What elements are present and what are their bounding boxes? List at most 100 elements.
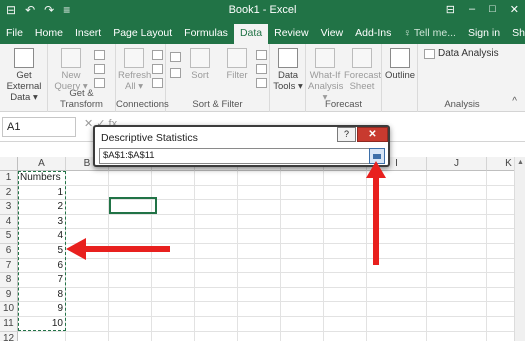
cell-j6[interactable]: [427, 244, 487, 259]
get-external-data-button[interactable]: Get External Data ▾: [2, 48, 46, 103]
cell-a12[interactable]: [18, 331, 66, 341]
input-range-field[interactable]: $A$1:$A$11: [99, 148, 375, 164]
cell-j3[interactable]: [427, 200, 487, 215]
cell-g7[interactable]: [281, 258, 324, 274]
tab-page-layout[interactable]: Page Layout: [107, 24, 178, 44]
cell-d7[interactable]: [152, 258, 195, 274]
tab-formulas[interactable]: Formulas: [178, 24, 234, 44]
vertical-scrollbar[interactable]: ▲: [514, 157, 525, 341]
cell-e4[interactable]: [195, 214, 238, 230]
cell-f1[interactable]: [238, 171, 281, 186]
cell-e3[interactable]: [195, 200, 238, 215]
tab-home[interactable]: Home: [29, 24, 69, 44]
tab-file[interactable]: File: [0, 24, 29, 44]
column-header-j[interactable]: J: [427, 157, 487, 171]
filter-button[interactable]: Filter: [222, 48, 252, 81]
cell-h12[interactable]: [324, 331, 367, 341]
cell-e11[interactable]: [195, 317, 238, 332]
row-header-1[interactable]: 1: [0, 171, 18, 186]
row-header-2[interactable]: 2: [0, 185, 18, 201]
row-header-8[interactable]: 8: [0, 273, 18, 288]
ribbon-display-icon[interactable]: ⊟: [446, 3, 455, 16]
cell-c1[interactable]: [109, 171, 152, 186]
cell-d9[interactable]: [152, 287, 195, 303]
cell-j8[interactable]: [427, 273, 487, 288]
cell-b2[interactable]: [66, 185, 109, 201]
cell-h2[interactable]: [324, 185, 367, 201]
cell-d12[interactable]: [152, 331, 195, 341]
cell-d4[interactable]: [152, 214, 195, 230]
row-header-12[interactable]: 12: [0, 331, 18, 341]
cell-h5[interactable]: [324, 229, 367, 244]
cell-e7[interactable]: [195, 258, 238, 274]
cell-e12[interactable]: [195, 331, 238, 341]
cell-e9[interactable]: [195, 287, 238, 303]
cell-f9[interactable]: [238, 287, 281, 303]
share-button[interactable]: Share: [506, 24, 525, 44]
cell-f2[interactable]: [238, 185, 281, 201]
row-header-6[interactable]: 6: [0, 244, 18, 259]
cell-g10[interactable]: [281, 302, 324, 317]
cell-h3[interactable]: [324, 200, 367, 215]
cell-f4[interactable]: [238, 214, 281, 230]
reapply-filter-icon[interactable]: [256, 64, 267, 74]
cell-g9[interactable]: [281, 287, 324, 303]
cell-j7[interactable]: [427, 258, 487, 274]
cell-f5[interactable]: [238, 229, 281, 244]
show-queries-icon[interactable]: [94, 50, 105, 60]
from-table-icon[interactable]: [94, 64, 105, 74]
close-window-button[interactable]: ✕: [510, 3, 519, 16]
cell-f7[interactable]: [238, 258, 281, 274]
edit-links-icon[interactable]: [152, 78, 163, 88]
close-dialog-button[interactable]: ✕: [357, 127, 388, 142]
cell-d1[interactable]: [152, 171, 195, 186]
row-header-9[interactable]: 9: [0, 287, 18, 303]
recent-sources-icon[interactable]: [94, 78, 105, 88]
cell-b4[interactable]: [66, 214, 109, 230]
cell-g2[interactable]: [281, 185, 324, 201]
cell-c10[interactable]: [109, 302, 152, 317]
cell-g8[interactable]: [281, 273, 324, 288]
cell-h8[interactable]: [324, 273, 367, 288]
cell-c7[interactable]: [109, 258, 152, 274]
cell-f8[interactable]: [238, 273, 281, 288]
cell-b3[interactable]: [66, 200, 109, 215]
row-header-4[interactable]: 4: [0, 214, 18, 230]
cell-i9[interactable]: [367, 287, 427, 303]
sort-descending-icon[interactable]: [170, 68, 181, 78]
cell-j10[interactable]: [427, 302, 487, 317]
cell-d3[interactable]: [152, 200, 195, 215]
cell-d11[interactable]: [152, 317, 195, 332]
cell-f3[interactable]: [238, 200, 281, 215]
row-header-11[interactable]: 11: [0, 317, 18, 332]
cell-j11[interactable]: [427, 317, 487, 332]
cell-j4[interactable]: [427, 214, 487, 230]
cell-d10[interactable]: [152, 302, 195, 317]
active-cell-c3[interactable]: [109, 197, 157, 214]
cell-j2[interactable]: [427, 185, 487, 201]
what-if-analysis-button[interactable]: What-If Analysis ▾: [308, 48, 343, 103]
row-header-5[interactable]: 5: [0, 229, 18, 244]
cell-e8[interactable]: [195, 273, 238, 288]
cell-c12[interactable]: [109, 331, 152, 341]
name-box[interactable]: A1: [2, 117, 76, 137]
select-all-corner[interactable]: [0, 157, 18, 171]
cell-i11[interactable]: [367, 317, 427, 332]
sort-ascending-icon[interactable]: [170, 52, 181, 62]
cell-i10[interactable]: [367, 302, 427, 317]
cell-f6[interactable]: [238, 244, 281, 259]
properties-icon[interactable]: [152, 64, 163, 74]
cell-h4[interactable]: [324, 214, 367, 230]
cell-h11[interactable]: [324, 317, 367, 332]
help-button[interactable]: ?: [337, 127, 356, 142]
cell-h1[interactable]: [324, 171, 367, 186]
row-header-3[interactable]: 3: [0, 200, 18, 215]
connections-icon[interactable]: [152, 50, 163, 60]
cell-h6[interactable]: [324, 244, 367, 259]
cell-e1[interactable]: [195, 171, 238, 186]
cell-g6[interactable]: [281, 244, 324, 259]
column-header-a[interactable]: A: [18, 157, 66, 171]
maximize-button[interactable]: □: [489, 3, 496, 16]
minimize-button[interactable]: –: [469, 3, 475, 16]
cell-d8[interactable]: [152, 273, 195, 288]
